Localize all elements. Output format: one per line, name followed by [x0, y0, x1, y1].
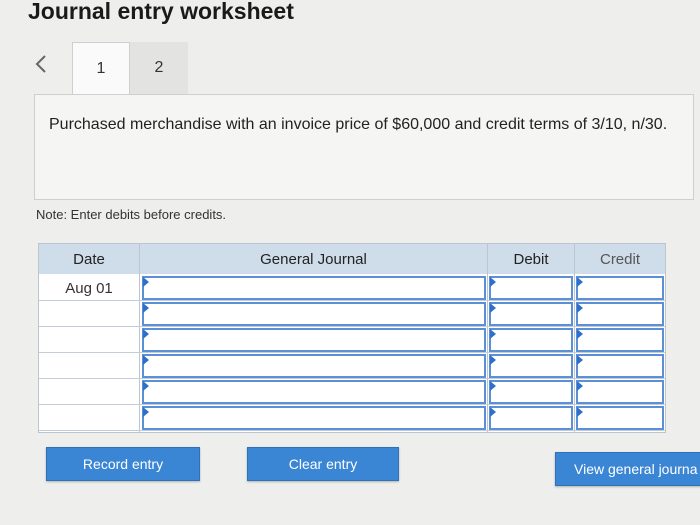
dropdown-marker-icon	[577, 381, 583, 391]
dropdown-marker-icon	[143, 277, 149, 287]
previous-button[interactable]	[30, 50, 52, 76]
entry-tabs: 1 2	[72, 42, 188, 94]
date-cell	[39, 301, 139, 327]
dropdown-marker-icon	[577, 277, 583, 287]
debit-input[interactable]	[489, 276, 573, 300]
credit-input[interactable]	[576, 302, 664, 326]
credit-input[interactable]	[576, 406, 664, 430]
view-general-journal-button[interactable]: View general journa	[555, 452, 700, 486]
dropdown-marker-icon	[143, 329, 149, 339]
question-text: Purchased merchandise with an invoice pr…	[49, 116, 668, 133]
col-header-credit: Credit	[575, 244, 665, 274]
debit-input[interactable]	[489, 380, 573, 404]
dropdown-marker-icon	[143, 303, 149, 313]
dropdown-marker-icon	[490, 355, 496, 365]
tab-1[interactable]: 1	[72, 42, 130, 94]
dropdown-marker-icon	[143, 407, 149, 417]
col-header-date: Date	[39, 244, 139, 274]
account-input[interactable]	[142, 276, 486, 300]
date-cell	[39, 327, 139, 353]
dropdown-marker-icon	[490, 381, 496, 391]
tab-2[interactable]: 2	[130, 42, 188, 94]
credit-input[interactable]	[576, 328, 664, 352]
credit-input[interactable]	[576, 354, 664, 378]
dropdown-marker-icon	[577, 303, 583, 313]
question-panel: Purchased merchandise with an invoice pr…	[34, 94, 694, 200]
dropdown-marker-icon	[577, 355, 583, 365]
dropdown-marker-icon	[490, 277, 496, 287]
debit-input[interactable]	[489, 406, 573, 430]
credit-input[interactable]	[576, 380, 664, 404]
dropdown-marker-icon	[143, 355, 149, 365]
account-input[interactable]	[142, 328, 486, 352]
debit-input[interactable]	[489, 302, 573, 326]
chevron-left-icon	[35, 55, 46, 73]
date-cell	[39, 379, 139, 405]
date-cell[interactable]: Aug 01	[39, 275, 139, 301]
dropdown-marker-icon	[143, 381, 149, 391]
dropdown-marker-icon	[490, 407, 496, 417]
dropdown-marker-icon	[577, 407, 583, 417]
account-input[interactable]	[142, 302, 486, 326]
date-cell	[39, 353, 139, 379]
debit-input[interactable]	[489, 354, 573, 378]
dropdown-marker-icon	[490, 303, 496, 313]
page-title: Journal entry worksheet	[28, 0, 294, 24]
account-input[interactable]	[142, 354, 486, 378]
journal-table: Date General Journal Debit Credit Aug 01	[38, 243, 666, 433]
record-entry-button[interactable]: Record entry	[46, 447, 200, 481]
debit-input[interactable]	[489, 328, 573, 352]
account-input[interactable]	[142, 406, 486, 430]
dropdown-marker-icon	[490, 329, 496, 339]
note-text: Note: Enter debits before credits.	[36, 207, 227, 222]
col-header-general-journal: General Journal	[140, 244, 487, 274]
date-cell	[39, 405, 139, 431]
dropdown-marker-icon	[577, 329, 583, 339]
col-header-debit: Debit	[488, 244, 574, 274]
clear-entry-button[interactable]: Clear entry	[247, 447, 399, 481]
credit-input[interactable]	[576, 276, 664, 300]
account-input[interactable]	[142, 380, 486, 404]
